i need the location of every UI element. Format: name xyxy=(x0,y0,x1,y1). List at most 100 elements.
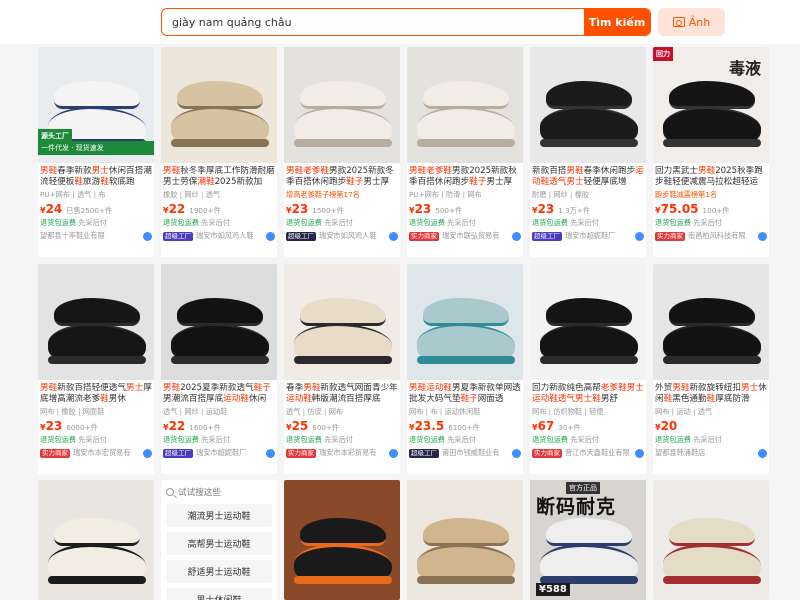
product-title[interactable]: 男鞋老爹鞋男款2025新款秋季百搭休闲跑步鞋子男士厚 xyxy=(409,166,521,188)
chat-icon[interactable] xyxy=(143,231,152,241)
product-title[interactable]: 新款百搭男鞋春季休闲跑步运动鞋透气男士轻便厚底增 xyxy=(532,166,644,188)
shop-row[interactable]: 实力商家 瑞安市本彩贸易有 xyxy=(286,447,398,459)
product-image[interactable] xyxy=(407,47,523,163)
chat-icon[interactable] xyxy=(266,448,275,458)
service-tags: 退货包运费 先采后付 xyxy=(532,435,644,446)
shop-row[interactable]: 超级工厂 瑞安市超妮鞋厂 xyxy=(163,447,275,459)
shop-row[interactable]: 望都县韩涌鞋店 xyxy=(655,447,767,459)
chat-icon[interactable] xyxy=(635,231,644,241)
title-fragment: 运动鞋 xyxy=(426,383,453,393)
product-title[interactable]: 男鞋春季新款男士休闲百搭潮流轻便板鞋旅游鞋软底跑 xyxy=(40,166,152,188)
shop-name[interactable]: 瑞安市本宏贸易有 xyxy=(73,448,131,458)
image-text: 断码耐克 xyxy=(536,496,617,518)
product-card[interactable]: 回力 毒液 回力黑武士男鞋2025秋季跑步鞋轻便减震马拉松超轻运 跑步鞋减震榜第1名 ¥… xyxy=(653,47,769,257)
product-title[interactable]: 春季男鞋新款透气网面青少年运动鞋韩版潮流百搭厚底 xyxy=(286,383,398,405)
suggestion-item[interactable]: 男士休闲鞋 xyxy=(166,588,272,600)
chat-icon[interactable] xyxy=(758,231,767,241)
product-title[interactable]: 男鞋秋冬季厚底工作防滑耐磨男士劳保潮鞋2025新款加 xyxy=(163,166,275,188)
product-card[interactable]: 男鞋老爹鞋男款2025新款冬季百搭休闲跑步鞋子男士厚 增高老爹鞋子榜第17名 ¥23… xyxy=(284,47,400,257)
product-image[interactable] xyxy=(284,264,400,380)
product-image[interactable] xyxy=(530,264,646,380)
product-title[interactable]: 男鞋2025夏季新款透气鞋子男潮流百搭厚底运动鞋休闲 xyxy=(163,383,275,405)
product-title[interactable]: 男鞋老爹鞋男款2025新款冬季百搭休闲跑步鞋子男士厚 xyxy=(286,166,398,188)
shop-name[interactable]: 望都县十率鞋业有限 xyxy=(40,231,105,241)
shop-row[interactable]: 超级工厂 瑞安市超妮鞋厂 xyxy=(532,230,644,242)
chat-icon[interactable] xyxy=(635,448,644,458)
shop-row[interactable]: 超级工厂 瑞安市如风鸡人鞋 xyxy=(163,230,275,242)
product-card[interactable]: 官方正品 断码耐克 ¥588 xyxy=(530,480,646,600)
product-card[interactable]: 春季男鞋新款透气网面青少年运动鞋韩版潮流百搭厚底 透气 | 仿皮 | 网布 ¥25 6… xyxy=(284,264,400,474)
chat-icon[interactable] xyxy=(512,231,521,241)
shop-name[interactable]: 瑞安市本彩贸易有 xyxy=(319,448,377,458)
shop-name[interactable]: 晋江市天鑫鞋业有限 xyxy=(565,448,630,458)
product-image[interactable] xyxy=(653,480,769,600)
product-card[interactable]: 回力新款纯色高帮老爹鞋男士运动鞋透气男士鞋男舒 网布 | 仿织物鞋 | 轻便 ¥67… xyxy=(530,264,646,474)
product-card[interactable]: 男鞋新款百搭轻便透气男士厚底增高潮流老爹鞋男休 网布 | 橡胶 | 网面鞋 ¥23 6… xyxy=(38,264,154,474)
product-image[interactable]: 源头工厂 一件代发 · 现货速发 xyxy=(38,47,154,163)
service-tags: 退货包运费 先采后付 xyxy=(655,218,767,229)
product-card[interactable]: 新款百搭男鞋春季休闲跑步运动鞋透气男士轻便厚底增 耐磨 | 网纱 | 橡胶 ¥23 1… xyxy=(530,47,646,257)
shop-row[interactable]: 超级工厂 莆田市钱威鞋业有 xyxy=(409,447,521,459)
chat-icon[interactable] xyxy=(512,448,521,458)
product-card[interactable]: 源头工厂 一件代发 · 现货速发 男鞋春季新款男士休闲百搭潮流轻便板鞋旅游鞋软底跑 P… xyxy=(38,47,154,257)
shoe-graphic xyxy=(417,107,515,141)
chat-icon[interactable] xyxy=(143,448,152,458)
product-image[interactable] xyxy=(38,480,154,600)
product-title[interactable]: 回力黑武士男鞋2025秋季跑步鞋轻便减震马拉松超轻运 xyxy=(655,166,767,188)
shop-row[interactable]: 实力商家 瑞安市本宏贸易有 xyxy=(40,447,152,459)
price-row: ¥24 已售2500+件 xyxy=(40,202,152,217)
product-card[interactable]: 男鞋2025夏季新款透气鞋子男潮流百搭厚底运动鞋休闲 透气 | 网纱 | 运动鞋 ¥… xyxy=(161,264,277,474)
product-title[interactable]: 外贸男鞋新款旋转纽扣男士休闲鞋黑色通勤鞋厚底防滑 xyxy=(655,383,767,405)
product-title[interactable]: 男鞋运动鞋男夏季新款单网透批发大码气垫鞋子网面透 xyxy=(409,383,521,405)
shop-row[interactable]: 实力商家 瑞安市联弘贸易有 xyxy=(409,230,521,242)
free-return-tag: 退货包运费 xyxy=(655,218,691,227)
shop-name[interactable]: 瑞安市如风鸡人鞋 xyxy=(319,231,377,241)
product-card[interactable] xyxy=(653,480,769,600)
suggestion-item[interactable]: 潮流男士运动鞋 xyxy=(166,504,272,527)
product-image[interactable] xyxy=(161,264,277,380)
product-card[interactable]: 外贸男鞋新款旋转纽扣男士休闲鞋黑色通勤鞋厚底防滑 网布 | 运动 | 透气 ¥20 退… xyxy=(653,264,769,474)
shop-name[interactable]: 瑞安市如风鸡人鞋 xyxy=(196,231,254,241)
product-card[interactable] xyxy=(284,480,400,600)
product-image[interactable] xyxy=(407,264,523,380)
product-image[interactable]: 官方正品 断码耐克 ¥588 xyxy=(530,480,646,600)
product-image[interactable] xyxy=(284,480,400,600)
shoe-sole xyxy=(294,576,392,584)
product-title[interactable]: 回力新款纯色高帮老爹鞋男士运动鞋透气男士鞋男舒 xyxy=(532,383,644,405)
chat-icon[interactable] xyxy=(389,448,398,458)
shop-row[interactable]: 实力商家 南昌柏风科技有限 xyxy=(655,230,767,242)
product-card[interactable] xyxy=(38,480,154,600)
shop-name[interactable]: 南昌柏风科技有限 xyxy=(688,231,746,241)
product-image[interactable] xyxy=(161,47,277,163)
shop-name[interactable]: 瑞安市联弘贸易有 xyxy=(442,231,500,241)
product-card[interactable]: 男鞋秋冬季厚底工作防滑耐磨男士劳保潮鞋2025新款加 橡胶 | 网纱 | 透气 ¥2… xyxy=(161,47,277,257)
shoe-sole xyxy=(48,356,146,364)
product-image[interactable]: 回力 毒液 xyxy=(653,47,769,163)
product-card[interactable] xyxy=(407,480,523,600)
product-image[interactable] xyxy=(284,47,400,163)
shop-name[interactable]: 瑞安市超妮鞋厂 xyxy=(196,448,246,458)
product-image[interactable] xyxy=(653,264,769,380)
product-image[interactable] xyxy=(38,264,154,380)
pay-later-tag: 先采后付 xyxy=(444,435,476,444)
suggestion-item[interactable]: 高帮男士运动鞋 xyxy=(166,532,272,555)
shop-row[interactable]: 实力商家 晋江市天鑫鞋业有限 xyxy=(532,447,644,459)
chat-icon[interactable] xyxy=(389,231,398,241)
shoe-sole xyxy=(417,576,515,584)
sold-count: 500+件 xyxy=(435,206,463,215)
product-image[interactable] xyxy=(407,480,523,600)
shop-name[interactable]: 望都县韩涌鞋店 xyxy=(655,448,705,458)
shoe-graphic xyxy=(54,81,140,109)
shop-name[interactable]: 莆田市钱威鞋业有 xyxy=(442,448,500,458)
chat-icon[interactable] xyxy=(266,231,275,241)
product-image[interactable] xyxy=(530,47,646,163)
shop-row[interactable]: 望都县十率鞋业有限 xyxy=(40,230,152,242)
product-card[interactable]: 男鞋运动鞋男夏季新款单网透批发大码气垫鞋子网面透 网布 | 布 | 运动休闲鞋 ¥2… xyxy=(407,264,523,474)
shop-row[interactable]: 超级工厂 瑞安市如风鸡人鞋 xyxy=(286,230,398,242)
suggestion-item[interactable]: 舒适男士运动鞋 xyxy=(166,560,272,583)
product-title[interactable]: 男鞋新款百搭轻便透气男士厚底增高潮流老爹鞋男休 xyxy=(40,383,152,405)
product-card[interactable]: 男鞋老爹鞋男款2025新款秋季百搭休闲跑步鞋子男士厚 PU+网布 | 防滑 | 网… xyxy=(407,47,523,257)
shop-name[interactable]: 瑞安市超妮鞋厂 xyxy=(565,231,615,241)
product-info: 男鞋2025夏季新款透气鞋子男潮流百搭厚底运动鞋休闲 透气 | 网纱 | 运动鞋 ¥… xyxy=(161,380,277,459)
chat-icon[interactable] xyxy=(758,448,767,458)
